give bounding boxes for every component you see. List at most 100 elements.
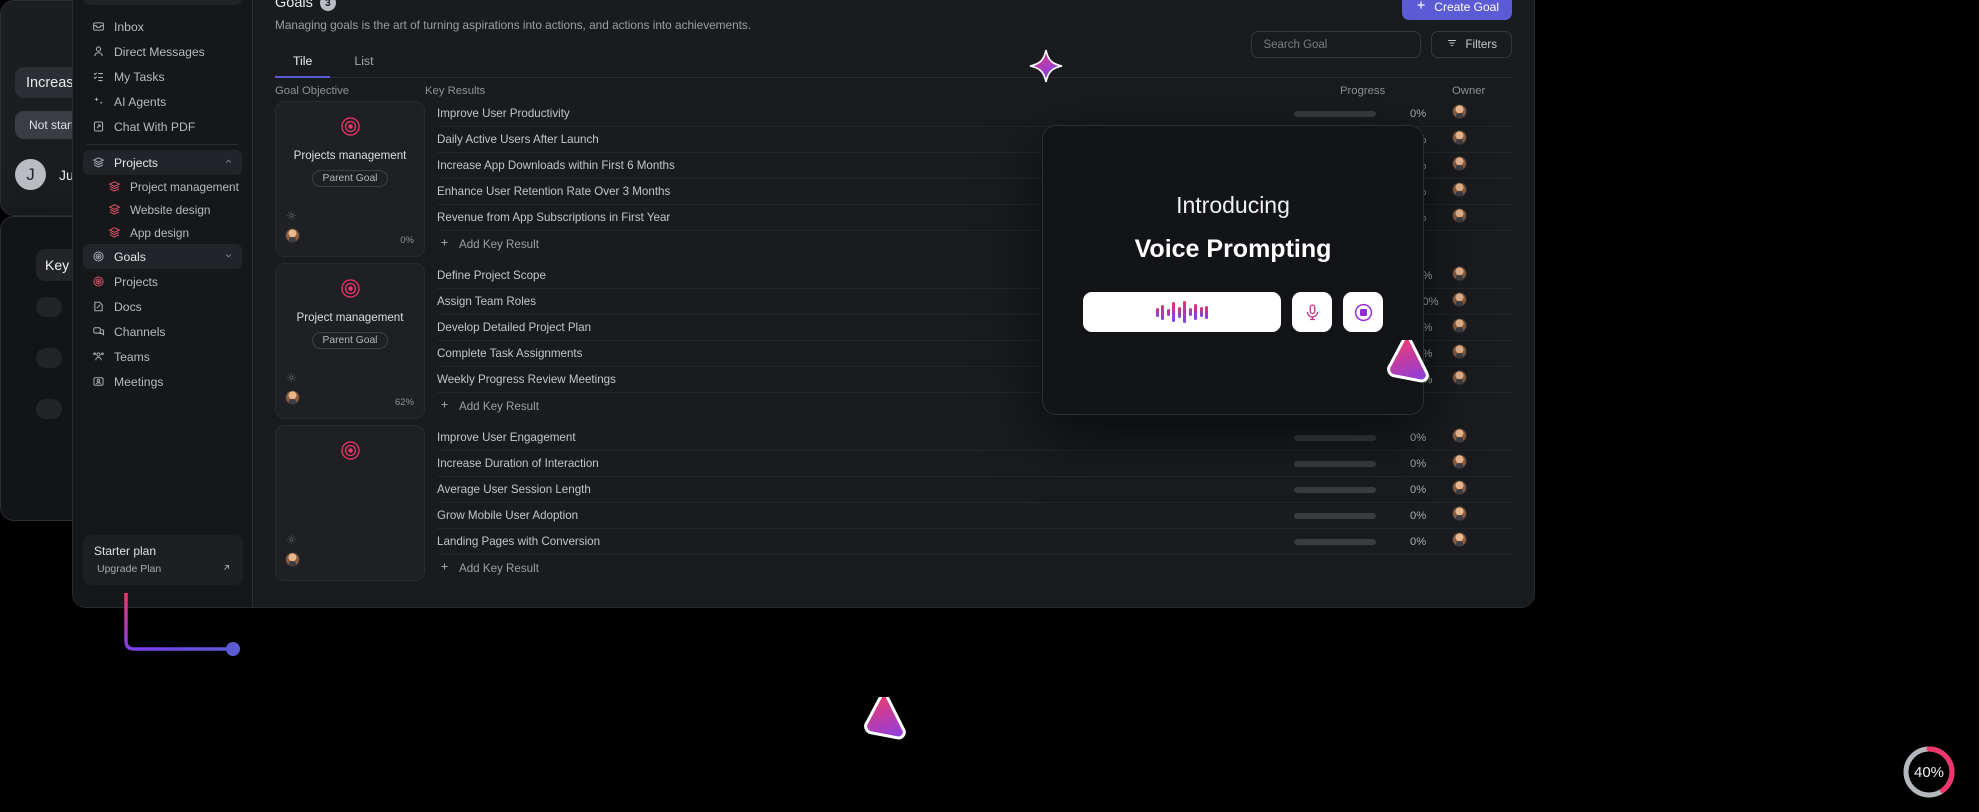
settings-icon[interactable] bbox=[286, 370, 297, 388]
key-result-progress bbox=[1294, 110, 1406, 117]
sidebar-item-projects-group[interactable]: Projects bbox=[83, 150, 242, 175]
key-result-progress bbox=[1294, 434, 1406, 441]
column-goal-objective: Goal Objective bbox=[275, 85, 350, 97]
sidebar-item-meetings[interactable]: Meetings bbox=[83, 369, 242, 394]
key-result-row[interactable]: Grow Mobile User Adoption 0% bbox=[437, 503, 1512, 529]
stop-record-icon[interactable] bbox=[1343, 292, 1383, 332]
progress-bar bbox=[1294, 110, 1376, 117]
sidebar-item-label: AI Agents bbox=[114, 94, 167, 109]
page-title: Goals bbox=[275, 0, 313, 11]
cursor-pointer-icon bbox=[862, 692, 912, 760]
create-goal-button[interactable]: Create Goal bbox=[1402, 0, 1512, 20]
key-result-percent: 0% bbox=[1410, 509, 1427, 522]
sidebar-item-label: Direct Messages bbox=[114, 44, 205, 59]
meetings-icon bbox=[91, 375, 105, 389]
key-result-owner bbox=[1452, 155, 1512, 176]
filter-icon bbox=[1446, 37, 1458, 52]
tab-list[interactable]: List bbox=[336, 48, 391, 77]
sidebar-item-projects[interactable]: Projects bbox=[83, 269, 242, 294]
key-result-percent: 0% bbox=[1410, 457, 1427, 470]
progress-bar bbox=[1294, 512, 1376, 519]
key-result-owner bbox=[1452, 129, 1512, 150]
key-results-column: Improve User Engagement 0% Increase Durati… bbox=[425, 425, 1512, 581]
layers-icon bbox=[91, 156, 105, 170]
key-result-progress bbox=[1294, 512, 1406, 519]
sidebar-item-inbox[interactable]: Inbox bbox=[83, 14, 242, 39]
goal-objective-card[interactable]: Project management Parent Goal 62% bbox=[275, 263, 425, 419]
screen-root: Kroolo Space Inbox Direct Messages M bbox=[0, 0, 1979, 812]
voice-controls-row bbox=[1043, 292, 1423, 332]
voice-prompting-card: Introducing Voice Prompting bbox=[1042, 125, 1424, 415]
upgrade-plan-row[interactable]: Upgrade Plan bbox=[94, 562, 232, 576]
search-input[interactable] bbox=[1251, 31, 1422, 58]
sidebar-item-label: Project management bbox=[130, 179, 239, 194]
add-key-result-button[interactable]: Add Key Result bbox=[437, 555, 1512, 581]
filters-button[interactable]: Filters bbox=[1431, 31, 1512, 58]
goal-percent: 62% bbox=[394, 397, 414, 408]
settings-icon[interactable] bbox=[286, 532, 297, 550]
sidebar-item-label: Channels bbox=[114, 324, 166, 339]
column-key-results: Key Results bbox=[425, 85, 486, 97]
sidebar-item-ai-agents[interactable]: AI Agents bbox=[83, 89, 242, 114]
sidebar-item-direct-messages[interactable]: Direct Messages bbox=[83, 39, 242, 64]
goal-objective-card[interactable]: Projects management Parent Goal 0% bbox=[275, 101, 425, 257]
key-result-row[interactable]: Landing Pages with Conversion 0% bbox=[437, 529, 1512, 555]
sidebar-item-label: App design bbox=[130, 225, 190, 240]
sidebar-item-docs[interactable]: Docs bbox=[83, 294, 242, 319]
parent-goal-badge: Parent Goal bbox=[311, 170, 389, 187]
add-key-result-label: Add Key Result bbox=[459, 399, 539, 413]
key-result-row[interactable]: Increase Duration of Interaction 0% bbox=[437, 451, 1512, 477]
sidebar-item-label: Inbox bbox=[114, 19, 144, 34]
sidebar-item-my-tasks[interactable]: My Tasks bbox=[83, 64, 242, 89]
target-icon bbox=[340, 278, 361, 304]
chevron-up-icon[interactable] bbox=[223, 156, 234, 170]
key-result-owner bbox=[1452, 453, 1512, 474]
skeleton-checkbox bbox=[36, 296, 62, 317]
key-result-owner bbox=[1452, 505, 1512, 526]
plus-icon bbox=[439, 399, 450, 413]
tab-tile[interactable]: Tile bbox=[275, 48, 331, 78]
goal-name: Projects management bbox=[293, 149, 407, 162]
sidebar-item-project-management[interactable]: Project management bbox=[99, 175, 242, 198]
waveform-icon[interactable] bbox=[1083, 292, 1281, 332]
key-result-owner bbox=[1452, 207, 1512, 228]
key-result-progress bbox=[1294, 538, 1406, 545]
key-result-owner bbox=[1452, 531, 1512, 552]
connector-line bbox=[118, 591, 248, 678]
key-result-row[interactable]: Improve User Productivity 0% bbox=[437, 101, 1512, 127]
plus-icon bbox=[1415, 0, 1427, 14]
target-icon bbox=[91, 275, 105, 289]
sidebar-item-app-design[interactable]: App design bbox=[99, 221, 242, 244]
sparkle-icon bbox=[1028, 48, 1064, 89]
sidebar-item-label: Teams bbox=[114, 349, 150, 364]
key-result-name: Grow Mobile User Adoption bbox=[437, 509, 579, 522]
sidebar-item-website-design[interactable]: Website design bbox=[99, 198, 242, 221]
key-result-row[interactable]: Average User Session Length 0% bbox=[437, 477, 1512, 503]
user-icon bbox=[91, 45, 105, 59]
goal-objective-card[interactable] bbox=[275, 425, 425, 581]
target-icon bbox=[340, 440, 361, 466]
settings-icon[interactable] bbox=[286, 208, 297, 226]
microphone-icon[interactable] bbox=[1292, 292, 1332, 332]
key-result-percent: 0% bbox=[1410, 535, 1427, 548]
sidebar-item-teams[interactable]: Teams bbox=[83, 344, 242, 369]
key-result-row[interactable]: Improve User Engagement 0% bbox=[437, 425, 1512, 451]
pdf-icon bbox=[91, 120, 105, 134]
key-result-percent: 0% bbox=[1410, 483, 1427, 496]
add-key-result-label: Add Key Result bbox=[459, 237, 539, 251]
layers-icon bbox=[107, 180, 121, 194]
key-result-owner bbox=[1452, 103, 1512, 124]
key-result-percent: 0% bbox=[1410, 431, 1427, 444]
key-result-owner bbox=[1452, 317, 1512, 338]
chevron-down-icon[interactable] bbox=[223, 250, 234, 264]
key-result-name: Increase Duration of Interaction bbox=[437, 457, 599, 470]
sidebar-item-channels[interactable]: Channels bbox=[83, 319, 242, 344]
avatar bbox=[285, 228, 300, 248]
skeleton-checkbox bbox=[36, 347, 62, 368]
sparkle-icon bbox=[91, 95, 105, 109]
sidebar-item-label: My Tasks bbox=[114, 69, 165, 84]
sidebar-item-goals-group[interactable]: Goals bbox=[83, 244, 242, 269]
plan-card[interactable]: Starter plan Upgrade Plan bbox=[83, 535, 243, 585]
sidebar-item-chat-with-pdf[interactable]: Chat With PDF bbox=[83, 114, 242, 139]
plan-title: Starter plan bbox=[94, 544, 157, 558]
